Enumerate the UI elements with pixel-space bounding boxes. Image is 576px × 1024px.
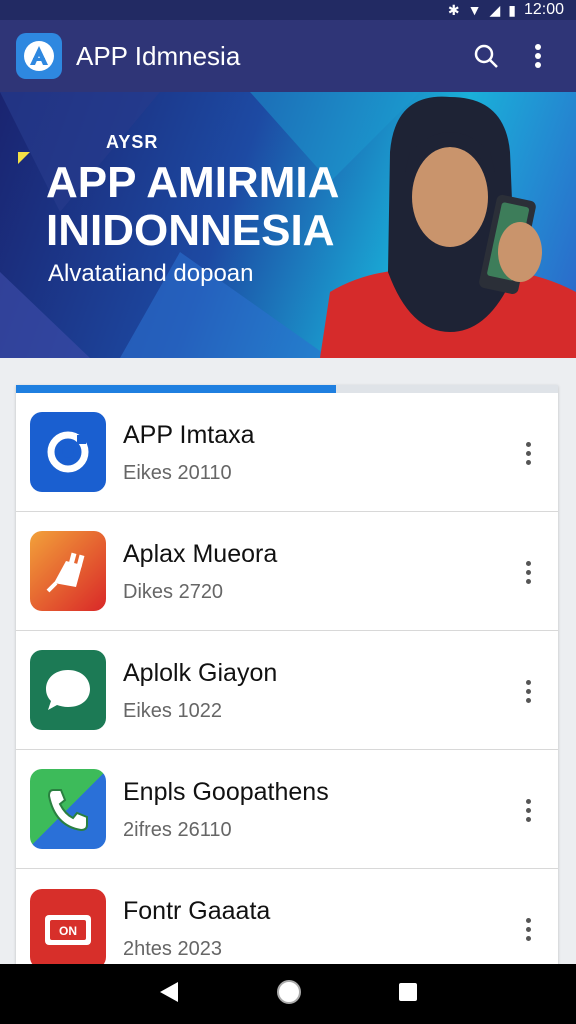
list-item-subtitle: Eikes 1022 (123, 700, 222, 722)
list-item-title: APP Imtaxa (123, 421, 255, 449)
app-logo-icon (24, 41, 54, 71)
item-more-button[interactable] (516, 792, 540, 828)
plug-icon (30, 531, 106, 611)
home-icon (276, 979, 301, 1004)
list-progress-bar (16, 385, 558, 393)
list-item[interactable]: ON Fontr Gaaata 2htes 2023 (16, 869, 558, 965)
list-item-subtitle: Dikes 2720 (123, 581, 224, 603)
list-item-subtitle: 2htes 2023 (123, 938, 222, 960)
item-more-button[interactable] (516, 554, 540, 590)
app-bar: APP Idmnesia (0, 20, 576, 92)
list-item-title: Fontr Gaaata (123, 897, 271, 925)
system-nav-bar (0, 964, 576, 1024)
list-item-title: Aplolk Giayon (123, 659, 278, 687)
ticket-icon: ON (30, 888, 106, 965)
app-logo (16, 33, 62, 79)
overflow-menu-button[interactable] (516, 34, 560, 78)
status-bar: ✱ ▼ ◢ ▮ 12:00 (0, 0, 576, 20)
list-item-subtitle: 2ifres 26110 (123, 819, 232, 841)
banner-person-image (320, 96, 576, 358)
banner-headline-2: INIDONNESIA (46, 206, 335, 255)
item-more-button[interactable] (516, 673, 540, 709)
item-more-button[interactable] (516, 435, 540, 471)
more-vert-icon (535, 44, 541, 68)
list-item-title: Enpls Goopathens (123, 778, 329, 806)
back-icon (159, 981, 178, 1002)
banner-kicker: AYSR (106, 132, 159, 152)
list-item[interactable]: Aplax Mueora Dikes 2720 (16, 512, 558, 631)
phone-icon (30, 769, 106, 849)
banner-subtitle: Alvatatiand dopoan (48, 260, 254, 287)
camera-ring-icon (30, 412, 106, 492)
recents-button[interactable] (398, 982, 418, 1007)
app-title: APP Idmnesia (76, 40, 241, 71)
bluetooth-icon: ✱ (447, 1, 460, 18)
list-item[interactable]: Enpls Goopathens 2ifres 26110 (16, 750, 558, 869)
status-time: 12:00 (523, 1, 564, 18)
signal-icon: ◢ (489, 1, 501, 18)
battery-icon: ▮ (508, 1, 516, 18)
app-list: APP Imtaxa Eikes 20110 Aplax Mueora Dike… (16, 385, 558, 965)
list-progress-fill (16, 385, 336, 393)
list-item[interactable]: Aplolk Giayon Eikes 1022 (16, 631, 558, 750)
back-button[interactable] (158, 980, 180, 1009)
banner-headline-1: APP AMIRMIA (46, 158, 340, 207)
list-item[interactable]: APP Imtaxa Eikes 20110 (16, 393, 558, 512)
svg-text:ON: ON (59, 924, 77, 938)
search-icon (474, 44, 498, 68)
item-more-button[interactable] (516, 911, 540, 947)
wifi-icon: ▼ (467, 2, 482, 18)
list-item-subtitle: Eikes 20110 (123, 462, 232, 484)
home-button[interactable] (275, 978, 303, 1011)
chat-bubble-icon (30, 650, 106, 730)
list-item-title: Aplax Mueora (123, 540, 278, 568)
recents-icon (399, 982, 418, 1001)
promo-banner[interactable]: AYSR APP AMIRMIA INIDONNESIA Alvatatiand… (0, 92, 576, 358)
search-button[interactable] (464, 34, 508, 78)
